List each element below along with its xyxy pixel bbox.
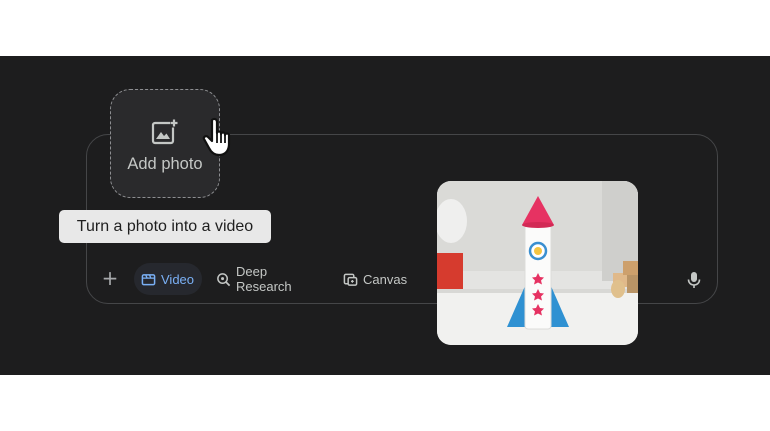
canvas-label: Canvas xyxy=(363,271,408,287)
add-photo-icon xyxy=(151,118,178,145)
clapperboard-icon xyxy=(141,273,156,285)
tooltip: Turn a photo into a video xyxy=(59,210,271,243)
deep-research-icon xyxy=(217,272,231,286)
canvas-chip[interactable]: Canvas xyxy=(341,263,407,295)
prompt-panel: Add photo Turn a photo into a video + Vi… xyxy=(0,56,770,375)
toy-rocket-photo xyxy=(437,181,638,345)
hand-pointer-icon xyxy=(202,117,231,157)
add-photo-label: Add photo xyxy=(127,155,203,173)
video-label: Video xyxy=(161,271,195,287)
deep-research-label: Deep Research xyxy=(236,264,292,294)
deep-research-chip[interactable]: Deep Research xyxy=(214,263,324,295)
plus-icon[interactable]: + xyxy=(100,268,120,288)
canvas-icon xyxy=(343,273,358,286)
video-chip[interactable]: Video xyxy=(134,263,202,295)
mic-icon[interactable] xyxy=(686,271,702,289)
